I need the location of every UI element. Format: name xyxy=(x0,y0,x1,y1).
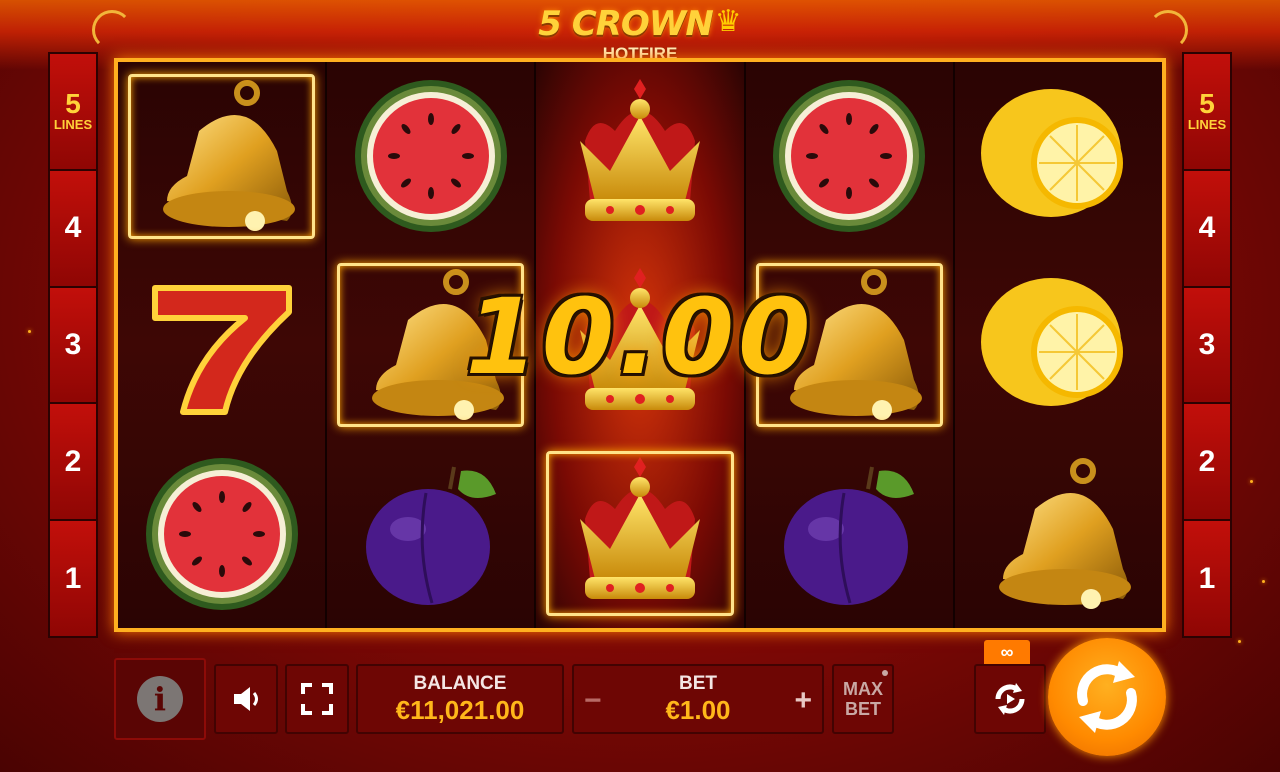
speaker-icon xyxy=(234,687,258,711)
plum-icon xyxy=(784,466,915,605)
info-dot-icon xyxy=(882,670,888,676)
reel-1 xyxy=(118,62,328,628)
balance-display: BALANCE €11,021.00 xyxy=(356,664,564,734)
spark xyxy=(1250,480,1253,483)
spark xyxy=(1262,580,1265,583)
payline-1-left: 1 xyxy=(50,521,96,636)
bet-increase-button[interactable]: + xyxy=(794,684,812,718)
bell-icon xyxy=(999,457,1132,609)
spark xyxy=(28,330,31,333)
spin-button[interactable] xyxy=(1048,638,1166,756)
crown-icon xyxy=(580,79,700,222)
watermelon-icon xyxy=(145,457,298,610)
crown-icon: ♛ xyxy=(714,5,742,38)
reel-5-symbol-lemon xyxy=(955,251,1162,440)
bet-label: BET xyxy=(679,672,717,694)
autoplay-infinity-tag: ∞ xyxy=(984,640,1030,664)
fullscreen-icon xyxy=(301,683,333,715)
autoplay-button[interactable] xyxy=(974,664,1046,734)
swirl-ornament-right xyxy=(1148,10,1188,50)
reel-4-symbol-watermelon xyxy=(746,62,953,251)
sound-button[interactable] xyxy=(214,664,278,734)
reel-3-symbol-crown xyxy=(536,439,743,628)
watermelon-icon xyxy=(354,80,507,233)
payline-1-right: 1 xyxy=(1184,521,1230,636)
win-amount: 10.00 xyxy=(465,276,815,398)
reel-3-symbol-crown xyxy=(536,62,743,251)
payline-5-right: 5 LINES xyxy=(1184,54,1230,171)
payline-3-right: 3 xyxy=(1184,287,1230,405)
game-logo: 5 CROWN♛ HOTFIRE xyxy=(510,4,770,66)
max-bet-button[interactable]: MAX BET xyxy=(832,664,894,734)
payline-2-right: 2 xyxy=(1184,404,1230,522)
payline-3-left: 3 xyxy=(50,287,96,405)
lemon-icon xyxy=(981,89,1124,218)
swirl-ornament-left xyxy=(92,10,132,50)
info-button[interactable]: i xyxy=(114,658,206,740)
reel-1-symbol-watermelon xyxy=(118,439,325,628)
seven-icon xyxy=(151,285,292,415)
reel-2-symbol-watermelon xyxy=(327,62,534,251)
payline-5-left: 5 LINES xyxy=(50,54,96,171)
info-icon: i xyxy=(137,676,183,722)
reel-2-symbol-plum xyxy=(327,439,534,628)
watermelon-icon xyxy=(773,80,926,233)
reel-1-symbol-seven xyxy=(118,251,325,440)
crown-icon xyxy=(580,456,700,599)
lemon-icon xyxy=(981,278,1124,406)
spin-icon xyxy=(1077,661,1137,733)
bet-display: − BET €1.00 + xyxy=(572,664,824,734)
reel-5 xyxy=(954,62,1163,628)
reel-5-symbol-bell xyxy=(955,439,1162,628)
paylines-panel-right: 5 LINES 4 3 2 1 xyxy=(1182,52,1232,638)
reel-4-symbol-plum xyxy=(746,439,953,628)
balance-label: BALANCE xyxy=(413,672,507,694)
game-title: 5 CROWN xyxy=(538,4,713,44)
reel-1-symbol-bell xyxy=(118,62,325,251)
plum-icon xyxy=(365,466,496,605)
payline-4-left: 4 xyxy=(50,170,96,288)
reel-5-symbol-lemon xyxy=(955,62,1162,251)
paylines-panel-left: 5 LINES 4 3 2 1 xyxy=(48,52,98,638)
control-bar: i BALANCE €11,021.00 − BET €1.00 + MAX B… xyxy=(0,638,1280,772)
autoplay-icon xyxy=(995,683,1025,715)
bet-value: €1.00 xyxy=(665,694,731,725)
spark xyxy=(1238,640,1241,643)
balance-value: €11,021.00 xyxy=(395,694,525,725)
payline-2-left: 2 xyxy=(50,404,96,522)
bell-icon xyxy=(162,80,295,232)
payline-4-right: 4 xyxy=(1184,170,1230,288)
bet-decrease-button[interactable]: − xyxy=(584,684,602,718)
fullscreen-button[interactable] xyxy=(285,664,349,734)
